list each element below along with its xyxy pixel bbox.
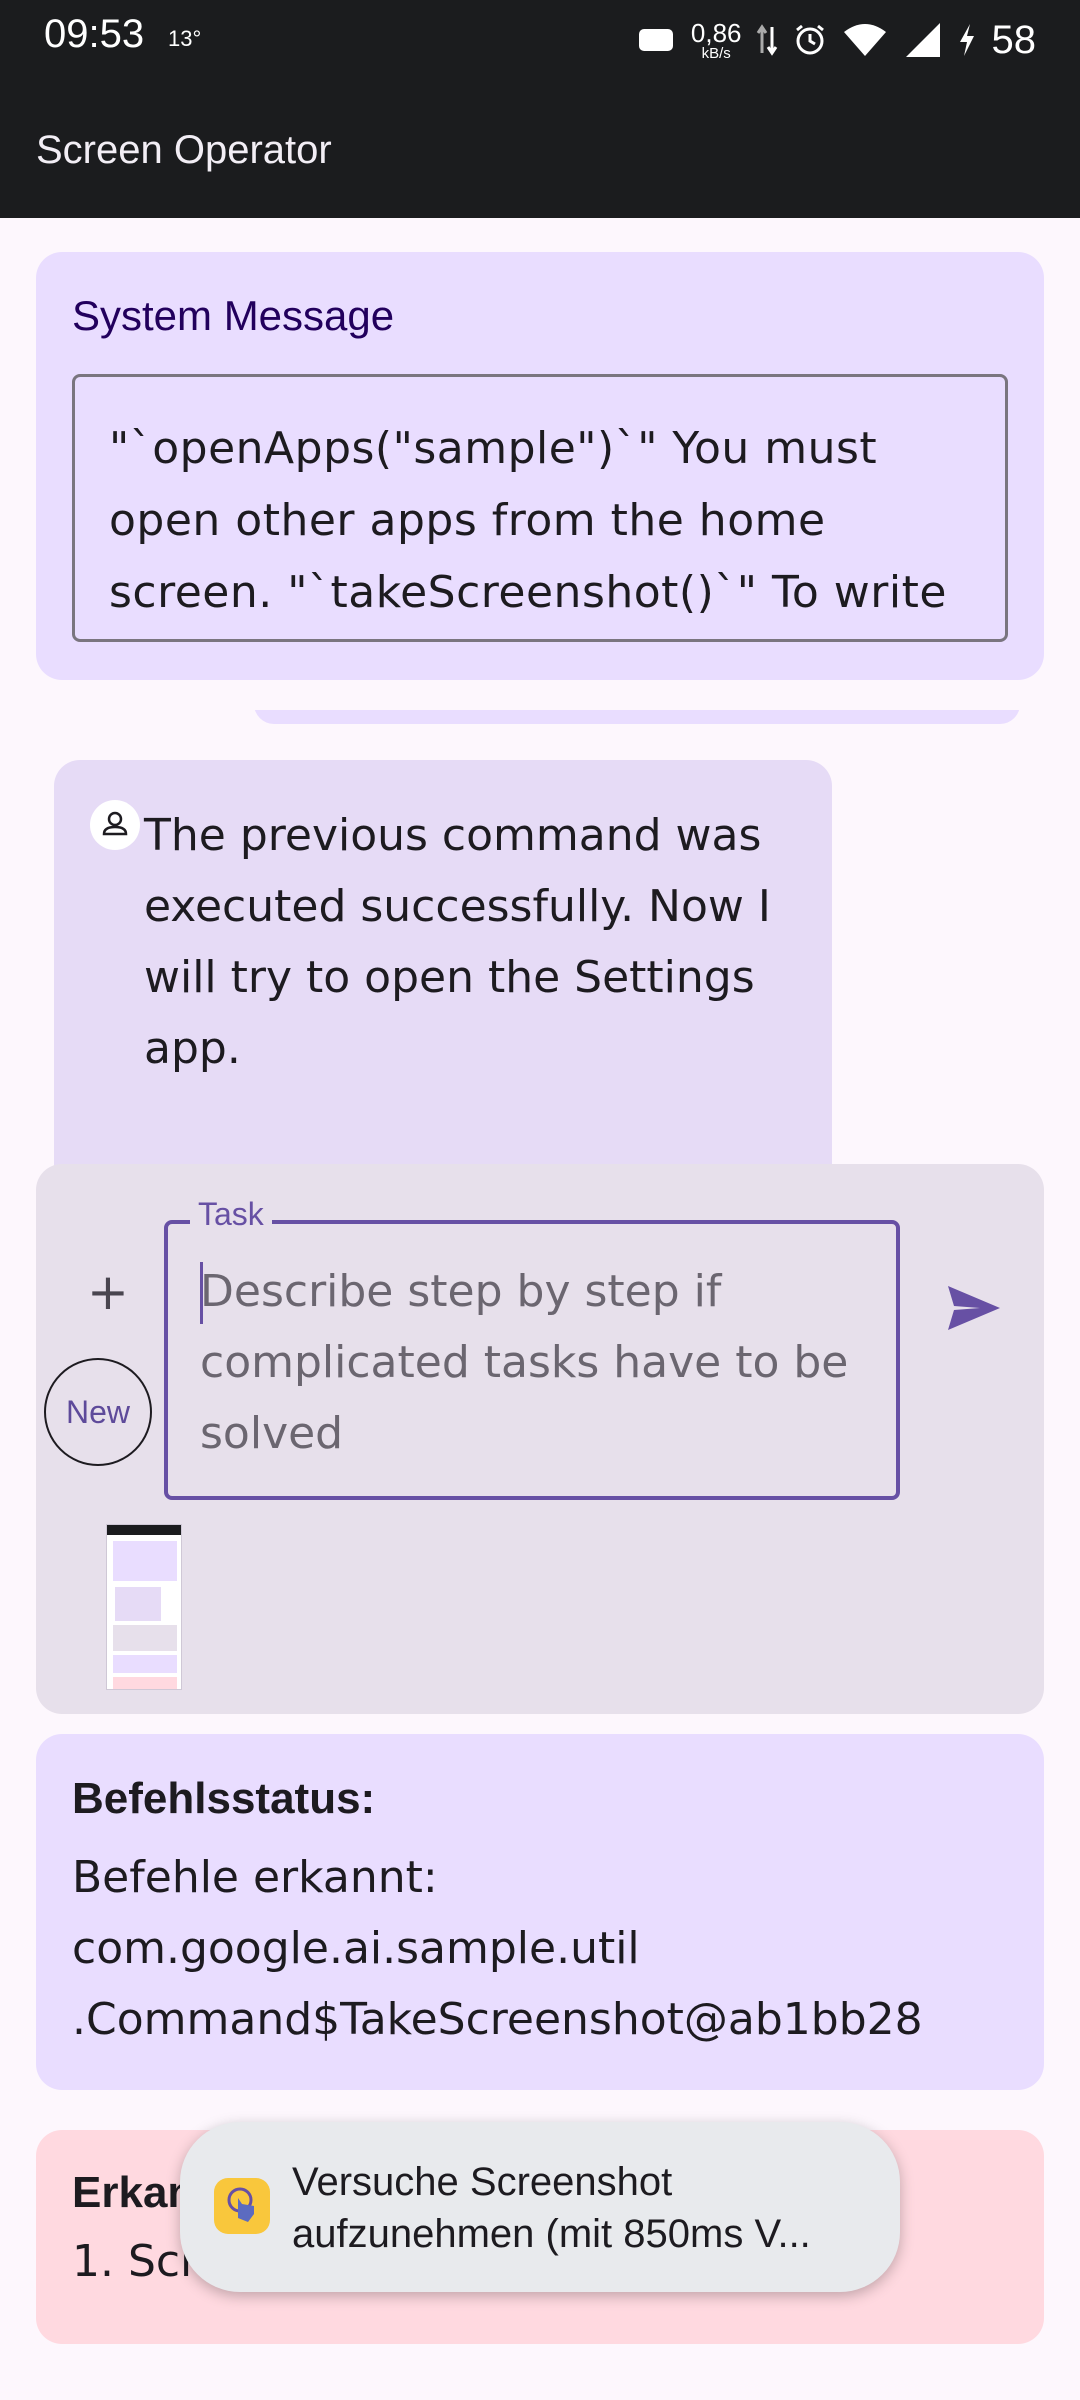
toast-notification: Versuche Screenshot aufzunehmen (mit 850… (180, 2122, 900, 2292)
task-placeholder: Describe step by step if complicated tas… (200, 1266, 849, 1459)
net-speed: 0,86 kB/s (691, 20, 742, 61)
status-icons: 0,86 kB/s 58 (637, 10, 1036, 70)
wifi-icon (843, 24, 886, 56)
screenshot-thumbnail[interactable] (106, 1524, 182, 1690)
app-bar: Screen Operator (0, 80, 1080, 218)
touch-icon (227, 2187, 254, 2222)
system-message-title: System Message (72, 292, 395, 339)
app-title: Screen Operator (36, 128, 332, 172)
signal-icon (905, 23, 940, 57)
model-message-bubble: The previous command was executed succes… (54, 760, 832, 1180)
charging-icon (959, 24, 974, 56)
toast-text: Versuche Screenshot aufzunehmen (mit 850… (292, 2160, 811, 2256)
command-status-title: Befehlsstatus: (72, 1774, 376, 1823)
avatar (90, 800, 140, 850)
add-image-button[interactable]: + (76, 1260, 140, 1324)
command-status-line: com.google.ai.sample.util (72, 1923, 640, 1974)
app-icon (214, 2178, 270, 2234)
status-temperature: 13° (168, 26, 202, 51)
task-input[interactable]: Task Describe step by step if complicate… (164, 1196, 900, 1500)
new-chat-button[interactable]: New (44, 1358, 152, 1466)
alarm-icon (795, 24, 824, 55)
net-speed-unit: kB/s (701, 44, 731, 62)
net-speed-value: 0,86 (690, 17, 742, 48)
system-message-input[interactable]: "`openApps("sample")`" You must open oth… (72, 374, 1008, 642)
person-icon (102, 811, 128, 836)
data-arrows-icon (756, 24, 777, 56)
previous-message-edge (254, 710, 1020, 724)
detected-commands-title: Erkan (72, 2168, 195, 2217)
command-status-body: Befehle erkannt: com.google.ai.sample.ut… (72, 1842, 1022, 2055)
status-time: 09:53 (44, 12, 145, 56)
model-message-text: The previous command was executed succes… (144, 810, 771, 1074)
send-icon (948, 1286, 1000, 1330)
text-caret (200, 1262, 203, 1324)
input-panel: + New Task Describe step by step if comp… (36, 1164, 1044, 1714)
system-message-card: System Message "`openApps("sample")`" Yo… (36, 252, 1044, 680)
command-status-card: Befehlsstatus: Befehle erkannt: com.goog… (36, 1734, 1044, 2090)
send-button[interactable] (942, 1276, 1006, 1340)
battery-level: 58 (991, 17, 1037, 62)
task-label: Task (190, 1196, 272, 1233)
message-icon (638, 29, 673, 51)
command-status-line: Befehle erkannt: (72, 1852, 438, 1903)
status-bar: 09:53 13° 0,86 kB/s 58 (0, 0, 1080, 80)
command-status-line: .Command$TakeScreenshot@ab1bb28 (72, 1994, 923, 2045)
